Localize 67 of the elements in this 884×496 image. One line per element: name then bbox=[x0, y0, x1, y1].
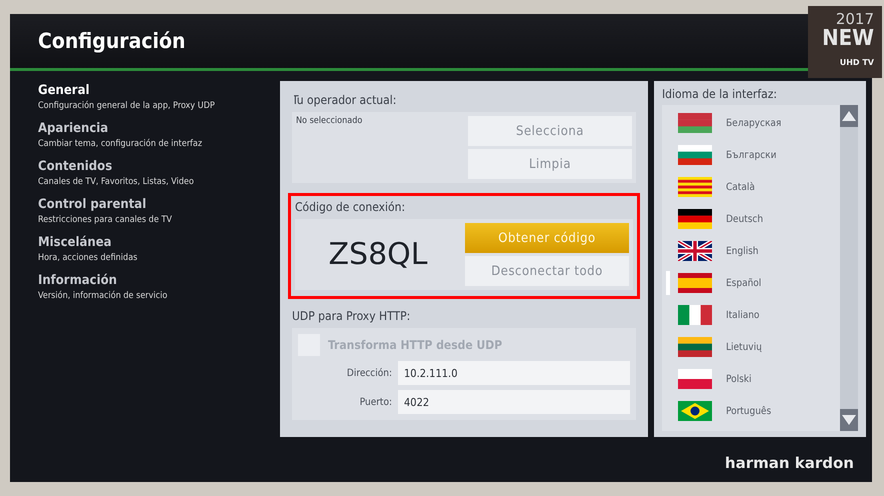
menu-item-title: General bbox=[38, 83, 90, 98]
connection-code: ZS8QL bbox=[327, 236, 428, 274]
input-field[interactable]: 10.2.111.0 bbox=[398, 361, 630, 385]
flag-icon bbox=[678, 337, 712, 357]
flag-icon bbox=[678, 305, 712, 325]
menu-item-subtitle: Configuración general de la app, Proxy UDP bbox=[38, 101, 216, 111]
field-label: Puerto: bbox=[358, 396, 392, 408]
menu-item[interactable]: Contenidos Canales de TV, Favoritos, Listas, Video bbox=[38, 157, 280, 189]
flag-icon bbox=[678, 113, 712, 133]
language-item[interactable]: Беларуская bbox=[666, 107, 840, 139]
flag-icon bbox=[678, 273, 712, 293]
language-item[interactable]: Polski bbox=[666, 363, 840, 395]
menu-item-title: Control parental bbox=[38, 197, 148, 212]
menu-item[interactable]: Apariencia Cambiar tema, configuración de interfaz bbox=[38, 119, 280, 151]
checkbox-label: Transforma HTTP desde UDP bbox=[328, 338, 502, 352]
menu-item[interactable]: Información Versión, información de servicio bbox=[38, 271, 280, 303]
section-label: Tu operador actual: bbox=[292, 93, 398, 107]
menu-item-title: Información bbox=[38, 273, 118, 288]
menu-item-subtitle: Hora, acciones definidas bbox=[38, 253, 138, 263]
sticker-year: 2017 bbox=[836, 10, 874, 28]
menu-item-subtitle: Restricciones para canales de TV bbox=[38, 215, 173, 225]
language-item[interactable]: Deutsch bbox=[666, 203, 840, 235]
language-item[interactable]: Català bbox=[666, 171, 840, 203]
language-item[interactable]: Português bbox=[666, 395, 840, 427]
focus-marker bbox=[666, 271, 670, 295]
sticker-new-label: NEW bbox=[822, 28, 874, 50]
language-name: Português bbox=[726, 406, 772, 416]
language-item[interactable]: Italiano bbox=[666, 299, 840, 331]
screen-title: Configuración bbox=[38, 29, 186, 53]
language-name: Italiano bbox=[726, 310, 760, 320]
menu-item-title: Contenidos bbox=[38, 159, 114, 174]
section-label: Código de conexión: bbox=[295, 200, 406, 214]
menu-item-subtitle: Versión, información de servicio bbox=[38, 291, 168, 301]
language-name: Lietuvių bbox=[726, 342, 762, 352]
brand-logo: harman kardon bbox=[724, 454, 854, 472]
section-label: Idioma de la interfaz: bbox=[662, 87, 778, 101]
language-name: Deutsch bbox=[726, 214, 764, 224]
flag-icon bbox=[678, 369, 712, 389]
language-item[interactable]: Lietuvių bbox=[666, 331, 840, 363]
language-name: Español bbox=[726, 278, 762, 288]
language-name: Polski bbox=[726, 374, 752, 384]
flag-icon bbox=[678, 209, 712, 229]
language-name: English bbox=[726, 246, 758, 256]
menu-item-subtitle: Cambiar tema, configuración de interfaz bbox=[38, 139, 204, 149]
language-item[interactable]: English bbox=[666, 235, 840, 267]
language-name: Català bbox=[726, 182, 755, 192]
language-name: Беларуская bbox=[726, 118, 782, 128]
button[interactable]: Desconectar todo bbox=[465, 256, 629, 286]
operator-value: No seleccionado bbox=[296, 116, 364, 128]
menu-item-title: Apariencia bbox=[38, 121, 110, 136]
field-label: Dirección: bbox=[346, 368, 392, 378]
language-name: Български bbox=[726, 150, 776, 160]
flag-icon bbox=[678, 145, 712, 165]
menu-item[interactable]: Control parental Restricciones para canales de TV bbox=[38, 195, 280, 227]
button[interactable]: Selecciona bbox=[468, 116, 632, 146]
flag-icon bbox=[678, 177, 712, 197]
menu-item-subtitle: Canales de TV, Favoritos, Listas, Video bbox=[38, 177, 195, 187]
input-field[interactable]: 4022 bbox=[398, 390, 630, 414]
menu-item-title: Miscelánea bbox=[38, 235, 113, 250]
language-item[interactable]: Български bbox=[666, 139, 840, 171]
flag-icon bbox=[678, 241, 712, 261]
menu-item[interactable]: Miscelánea Hora, acciones definidas bbox=[38, 233, 280, 265]
flag-icon bbox=[678, 401, 712, 421]
button[interactable]: Limpia bbox=[468, 149, 632, 179]
sticker-label: UHD TV bbox=[840, 58, 874, 67]
section-label: UDP para Proxy HTTP: bbox=[292, 309, 412, 323]
language-item[interactable]: Español bbox=[666, 267, 840, 299]
